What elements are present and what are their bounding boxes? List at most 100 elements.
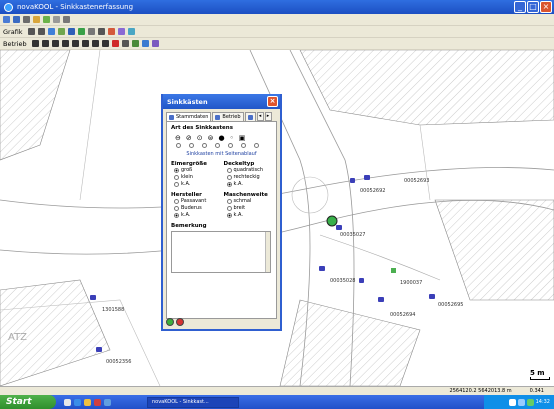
- settings-icon[interactable]: [53, 16, 60, 23]
- tool-e-icon[interactable]: [71, 40, 79, 47]
- tool-h-icon[interactable]: [101, 40, 109, 47]
- type-radio[interactable]: [202, 143, 207, 148]
- measure-icon[interactable]: [87, 28, 95, 35]
- radio[interactable]: [174, 199, 179, 204]
- grid2-icon[interactable]: [37, 28, 45, 35]
- dialog-actions: [166, 318, 184, 326]
- tab-more[interactable]: [244, 112, 256, 121]
- type-radio[interactable]: [189, 143, 194, 148]
- pan-icon[interactable]: [57, 28, 65, 35]
- maschenweite-option[interactable]: breit: [226, 205, 273, 212]
- deckeltyp-option[interactable]: quadratisch: [226, 167, 273, 174]
- window-titlebar: novaKOOL - Sinkkastenerfassung _ □ ×: [0, 0, 554, 14]
- attribute-icon[interactable]: [141, 40, 149, 47]
- close-button[interactable]: ×: [540, 1, 552, 13]
- system-tray: 14:32: [484, 395, 554, 409]
- maximize-button[interactable]: □: [527, 1, 539, 13]
- query-icon[interactable]: [151, 40, 159, 47]
- layer-icon[interactable]: [43, 16, 50, 23]
- grid-icon[interactable]: [27, 28, 35, 35]
- type-radio[interactable]: [228, 143, 233, 148]
- radio[interactable]: [174, 182, 179, 187]
- radio[interactable]: [174, 206, 179, 211]
- radio[interactable]: [226, 168, 232, 173]
- seitenablauf-link[interactable]: Sinkkasten mit Seitenablauf: [171, 151, 272, 157]
- confirm-button[interactable]: [166, 318, 174, 326]
- option-label: Passavant: [181, 198, 207, 204]
- maschenweite-option[interactable]: k.A.: [226, 212, 273, 219]
- save-icon[interactable]: [13, 16, 20, 23]
- type-symbol-icon: ⊘: [185, 134, 192, 142]
- refresh-icon[interactable]: [77, 28, 85, 35]
- tab-next-arrow[interactable]: ▸: [264, 112, 272, 121]
- back-icon[interactable]: [67, 28, 75, 35]
- toolbar-file: [0, 14, 554, 26]
- bemerkung-scrollbar[interactable]: [265, 232, 270, 272]
- type-radio[interactable]: [215, 143, 220, 148]
- tray-icon[interactable]: [526, 398, 534, 406]
- hersteller-option[interactable]: Passavant: [174, 198, 220, 205]
- toolbar-graphics: Grafik: [0, 26, 554, 38]
- taskbar-item-novakool[interactable]: novaKOOL - Sinkkast...: [147, 396, 239, 408]
- radio[interactable]: [226, 199, 232, 204]
- select-icon[interactable]: [97, 28, 105, 35]
- open-icon[interactable]: [3, 16, 10, 23]
- tab-betrieb[interactable]: Betrieb: [212, 112, 244, 121]
- type-symbol-icon: ◦: [229, 134, 234, 142]
- deckeltyp-option[interactable]: k.A.: [226, 181, 273, 188]
- dialog-close-button[interactable]: ×: [267, 96, 278, 107]
- taskbar: Start novaKOOL - Sinkkast... 14:32: [0, 395, 554, 409]
- tab-stammdaten[interactable]: Stammdaten: [166, 112, 212, 121]
- maschenweite-option[interactable]: schmal: [226, 198, 273, 205]
- radio-selected[interactable]: [174, 213, 179, 218]
- text-icon[interactable]: [131, 40, 139, 47]
- cancel-button[interactable]: [176, 318, 184, 326]
- plot-label: 00052693: [404, 178, 430, 184]
- edit-icon[interactable]: [33, 16, 40, 23]
- zoom-icon[interactable]: [47, 28, 55, 35]
- eimergroesse-option[interactable]: klein: [174, 174, 220, 181]
- delete-icon[interactable]: [111, 40, 119, 47]
- option-label: k.A.: [233, 181, 243, 187]
- eimergroesse-option[interactable]: k.A.: [174, 181, 220, 188]
- bemerkung-textarea[interactable]: [171, 231, 271, 273]
- folder-icon[interactable]: [84, 398, 91, 406]
- tool-f-icon[interactable]: [81, 40, 89, 47]
- radio[interactable]: [174, 175, 179, 180]
- image-icon[interactable]: [127, 28, 135, 35]
- info-icon[interactable]: [107, 28, 115, 35]
- type-radio[interactable]: [241, 143, 246, 148]
- tool-icon[interactable]: [104, 398, 111, 406]
- type-radio[interactable]: [254, 143, 259, 148]
- radio-selected[interactable]: [174, 168, 179, 173]
- tool-a-icon[interactable]: [31, 40, 39, 47]
- layers-icon[interactable]: [117, 28, 125, 35]
- desktop-icon[interactable]: [64, 398, 71, 406]
- option-label: breit: [233, 205, 246, 211]
- hersteller-option[interactable]: Buderus: [174, 205, 220, 212]
- deckeltyp-option[interactable]: rechteckig: [226, 174, 273, 181]
- quick-launch: [64, 398, 111, 406]
- type-radio[interactable]: [176, 143, 181, 148]
- browser-icon[interactable]: [74, 398, 81, 406]
- tray-icon[interactable]: [508, 398, 516, 406]
- eimergroesse-option[interactable]: groß: [174, 167, 220, 174]
- tool-c-icon[interactable]: [51, 40, 59, 47]
- radio-selected[interactable]: [226, 213, 232, 218]
- radio[interactable]: [226, 175, 232, 180]
- tool-b-icon[interactable]: [41, 40, 49, 47]
- tab-prev-arrow[interactable]: ◂: [256, 112, 264, 121]
- tray-icon[interactable]: [517, 398, 525, 406]
- start-button[interactable]: Start: [0, 395, 56, 409]
- tool-g-icon[interactable]: [91, 40, 99, 47]
- eimergroesse-group: Eimergröße groß klein k.A.: [171, 161, 220, 188]
- print-icon[interactable]: [23, 16, 30, 23]
- radio-selected[interactable]: [226, 182, 232, 187]
- minimize-button[interactable]: _: [514, 1, 526, 13]
- line-icon[interactable]: [121, 40, 129, 47]
- help-icon[interactable]: [63, 16, 70, 23]
- tool-d-icon[interactable]: [61, 40, 69, 47]
- app-icon[interactable]: [94, 398, 101, 406]
- hersteller-option[interactable]: k.A.: [174, 212, 220, 219]
- radio[interactable]: [226, 206, 232, 211]
